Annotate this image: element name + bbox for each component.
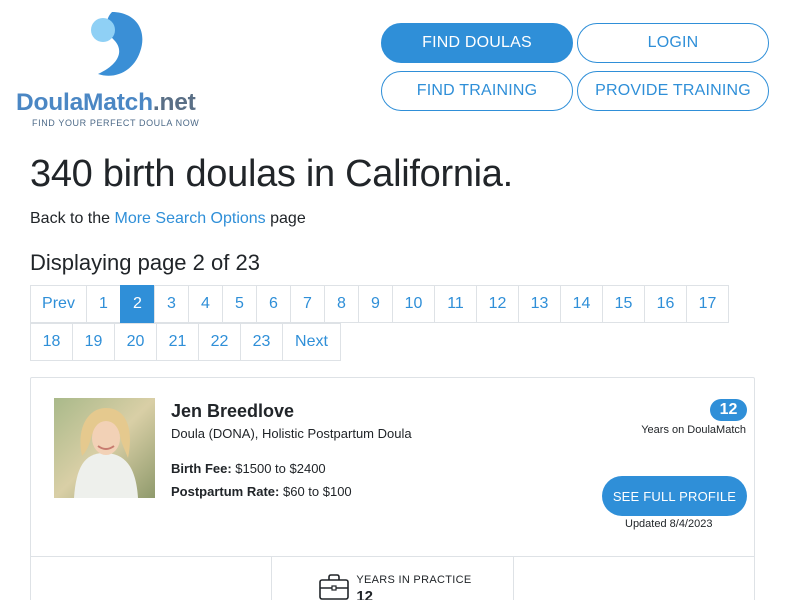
page-link-16[interactable]: 16 [644,285,687,323]
years-on-site-badge: 12 [710,399,747,421]
page-link-6[interactable]: 6 [256,285,291,323]
back-suffix-text: page [265,210,306,227]
stat-cell-empty-right [514,557,754,600]
page-link-15[interactable]: 15 [602,285,645,323]
page-link-4[interactable]: 4 [188,285,223,323]
next-page-link[interactable]: Next [282,323,341,361]
doula-credentials: Doula (DONA), Holistic Postpartum Doula [171,426,412,441]
page-link-7[interactable]: 7 [290,285,325,323]
page-link-9[interactable]: 9 [358,285,393,323]
page-link-23[interactable]: 23 [240,323,283,361]
stat-cell-empty-left [31,557,273,600]
doula-photo[interactable] [54,398,155,498]
logo-tagline: FIND YOUR PERFECT DOULA NOW [32,118,200,128]
provide-training-button[interactable]: PROVIDE TRAINING [577,71,769,111]
postpartum-rate: Postpartum Rate: $60 to $100 [171,484,352,499]
page-link-10[interactable]: 10 [392,285,435,323]
postpartum-rate-value: $60 to $100 [282,484,352,499]
page-link-17[interactable]: 17 [686,285,729,323]
find-training-button[interactable]: FIND TRAINING [381,71,573,111]
page-title: 340 birth doulas in California. [30,153,513,195]
back-prefix-text: Back to the [30,210,115,227]
birth-fee: Birth Fee: $1500 to $2400 [171,461,326,476]
page-link-12[interactable]: 12 [476,285,519,323]
page-link-19[interactable]: 19 [72,323,115,361]
login-button[interactable]: LOGIN [577,23,769,63]
postpartum-rate-label: Postpartum Rate: [171,484,280,499]
pagination-row-2: 18 19 20 21 22 23 Next [30,323,341,361]
back-link-line: Back to the More Search Options page [30,210,306,228]
site-logo[interactable]: DoulaMatch.net FIND YOUR PERFECT DOULA N… [16,12,221,130]
displaying-page-heading: Displaying page 2 of 23 [30,250,260,275]
page-link-20[interactable]: 20 [114,323,157,361]
page-link-3[interactable]: 3 [154,285,189,323]
page-link-18[interactable]: 18 [30,323,73,361]
more-search-options-link[interactable]: More Search Options [115,210,266,227]
doula-portrait-image [54,398,155,498]
page-link-1[interactable]: 1 [86,285,121,323]
doula-listing-card: Jen Breedlove Doula (DONA), Holistic Pos… [30,377,755,600]
pagination-row-1: Prev 1 2 3 4 5 6 7 8 9 10 11 12 13 14 15 16 17 [30,285,729,323]
page-link-8[interactable]: 8 [324,285,359,323]
birth-fee-value: $1500 to $2400 [235,461,326,476]
doula-name[interactable]: Jen Breedlove [171,401,294,422]
birth-fee-label: Birth Fee: [171,461,232,476]
prev-page-link[interactable]: Prev [30,285,87,323]
page-link-11[interactable]: 11 [434,285,477,323]
briefcase-icon [319,574,350,600]
page-link-5[interactable]: 5 [222,285,257,323]
years-on-site-label: Years on DoulaMatch [641,424,746,436]
logo-wordmark: DoulaMatch.net [16,89,196,117]
page-link-21[interactable]: 21 [156,323,199,361]
page-link-13[interactable]: 13 [518,285,561,323]
updated-date: Updated 8/4/2023 [625,518,713,530]
stat-cell-years-in-practice: YEARS IN PRACTICE 12 [272,557,514,600]
logo-mark-icon [91,12,143,76]
page-link-14[interactable]: 14 [560,285,603,323]
page-link-2[interactable]: 2 [120,285,155,323]
listing-stats-row: YEARS IN PRACTICE 12 [31,556,754,600]
years-in-practice-label: YEARS IN PRACTICE [356,574,472,586]
logo-brand-tld: .net [152,89,196,116]
see-full-profile-button[interactable]: SEE FULL PROFILE [602,476,747,516]
find-doulas-button[interactable]: FIND DOULAS [381,23,573,63]
years-in-practice-value: 12 [356,588,374,600]
logo-brand-text: DoulaMatch [16,89,153,116]
page-link-22[interactable]: 22 [198,323,241,361]
